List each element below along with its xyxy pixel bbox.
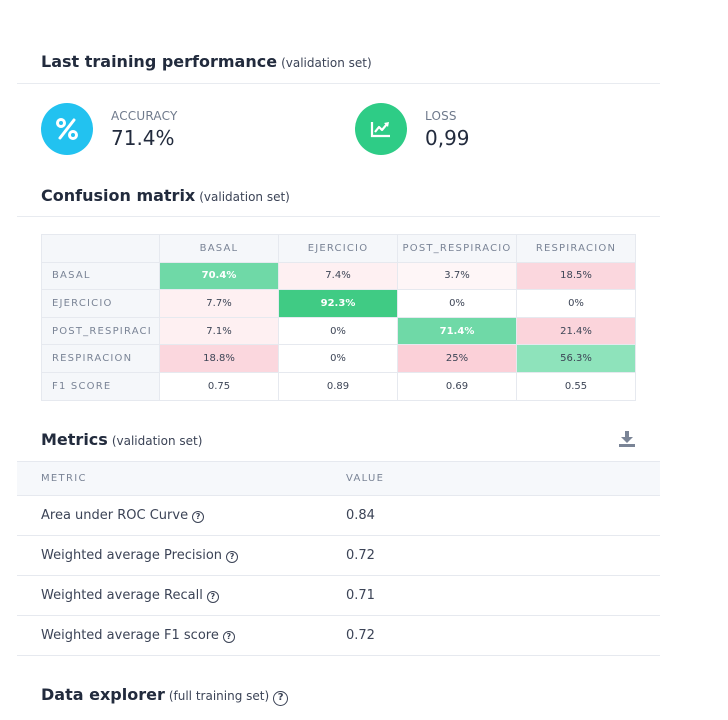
help-icon[interactable]: ?: [192, 511, 205, 523]
f1-row: F1 SCORE 0.75 0.89 0.69 0.55: [41, 371, 636, 401]
help-icon[interactable]: ?: [273, 691, 289, 706]
explorer-subtitle: (full training set): [168, 689, 270, 703]
f1-cell: 0.89: [278, 371, 398, 401]
explorer-title-text: Data explorer: [41, 685, 165, 704]
row-header: POST_RESPIRACI: [41, 316, 160, 346]
performance-title: Last training performance (validation set…: [41, 52, 372, 71]
metrics-table-header: METRIC VALUE: [17, 461, 660, 496]
matrix-cell: 0%: [516, 289, 636, 318]
matrix-cell: 56.3%: [516, 344, 636, 373]
matrix-cell: 25%: [397, 344, 517, 373]
matrix-cell: 0%: [278, 316, 398, 346]
metrics-title: Metrics (validation set): [41, 430, 202, 449]
download-icon[interactable]: [618, 430, 636, 448]
chart-line-icon: [355, 103, 407, 155]
matrix-cell: 3.7%: [397, 261, 517, 291]
help-icon[interactable]: ?: [206, 591, 219, 603]
row-header: BASAL: [41, 261, 160, 291]
corner-cell: [41, 234, 160, 263]
confusion-matrix: BASAL EJERCICIO POST_RESPIRACIO RESPIRAC…: [41, 234, 636, 401]
metric-row: Area under ROC Curve? 0.84: [17, 496, 660, 536]
matrix-cell: 18.8%: [159, 344, 279, 373]
matrix-row: POST_RESPIRACI 7.1% 0% 71.4% 21.4%: [41, 316, 636, 346]
matrix-cell: 7.1%: [159, 316, 279, 346]
metric-name: Area under ROC Curve?: [41, 508, 205, 523]
metric-name-text: Weighted average Recall: [41, 588, 203, 603]
loss-value: 0,99: [425, 125, 470, 150]
accuracy-kpi: ACCURACY 71.4%: [41, 102, 178, 156]
header-row: BASAL EJERCICIO POST_RESPIRACIO RESPIRAC…: [41, 234, 636, 263]
matrix-cell: 0%: [397, 289, 517, 318]
row-header: EJERCICIO: [41, 289, 160, 318]
matrix-row: EJERCICIO 7.7% 92.3% 0% 0%: [41, 289, 636, 318]
metric-name: Weighted average Precision?: [41, 548, 239, 563]
f1-cell: 0.69: [397, 371, 517, 401]
row-header: F1 SCORE: [41, 371, 160, 401]
value-column-header: VALUE: [346, 473, 385, 484]
help-icon[interactable]: ?: [222, 631, 235, 643]
metric-row: Weighted average Precision? 0.72: [17, 536, 660, 576]
metrics-subtitle: (validation set): [111, 434, 203, 448]
column-header: RESPIRACION: [516, 234, 636, 263]
matrix-cell: 21.4%: [516, 316, 636, 346]
metric-row: Weighted average F1 score? 0.72: [17, 616, 660, 656]
metric-value: 0.84: [346, 508, 375, 523]
metric-column-header: METRIC: [41, 473, 87, 484]
matrix-cell: 92.3%: [278, 289, 398, 318]
column-header: EJERCICIO: [278, 234, 398, 263]
matrix-cell: 18.5%: [516, 261, 636, 291]
percent-icon: [41, 103, 93, 155]
metric-value: 0.72: [346, 628, 375, 643]
matrix-cell: 71.4%: [397, 316, 517, 346]
matrix-row: RESPIRACION 18.8% 0% 25% 56.3%: [41, 344, 636, 373]
confusion-subtitle: (validation set): [199, 190, 290, 204]
loss-kpi: LOSS 0,99: [355, 102, 470, 156]
f1-cell: 0.75: [159, 371, 279, 401]
metric-value: 0.71: [346, 588, 375, 603]
help-icon[interactable]: ?: [226, 551, 239, 563]
accuracy-value: 71.4%: [111, 125, 175, 150]
column-header: BASAL: [159, 234, 279, 263]
metric-value: 0.72: [346, 548, 375, 563]
metric-name-text: Area under ROC Curve: [41, 508, 189, 523]
loss-label: LOSS: [425, 108, 457, 123]
f1-cell: 0.55: [516, 371, 636, 401]
matrix-cell: 0%: [278, 344, 398, 373]
confusion-title: Confusion matrix (validation set): [41, 186, 290, 205]
performance-subtitle: (validation set): [281, 56, 372, 70]
performance-title-text: Last training performance: [41, 52, 278, 71]
metric-name: Weighted average F1 score?: [41, 628, 235, 643]
metric-name-text: Weighted average Precision: [41, 548, 223, 563]
matrix-cell: 7.7%: [159, 289, 279, 318]
matrix-row: BASAL 70.4% 7.4% 3.7% 18.5%: [41, 261, 636, 291]
metric-name: Weighted average Recall?: [41, 588, 219, 603]
explorer-title: Data explorer (full training set)?: [41, 685, 289, 706]
divider: [17, 83, 660, 84]
metrics-title-text: Metrics: [41, 430, 108, 449]
matrix-cell: 70.4%: [159, 261, 279, 291]
row-header: RESPIRACION: [41, 344, 160, 373]
matrix-cell: 7.4%: [278, 261, 398, 291]
accuracy-label: ACCURACY: [111, 108, 178, 123]
column-header: POST_RESPIRACIO: [397, 234, 517, 263]
metric-name-text: Weighted average F1 score: [41, 628, 219, 643]
metric-row: Weighted average Recall? 0.71: [17, 576, 660, 616]
divider: [17, 216, 660, 217]
confusion-title-text: Confusion matrix: [41, 186, 196, 205]
